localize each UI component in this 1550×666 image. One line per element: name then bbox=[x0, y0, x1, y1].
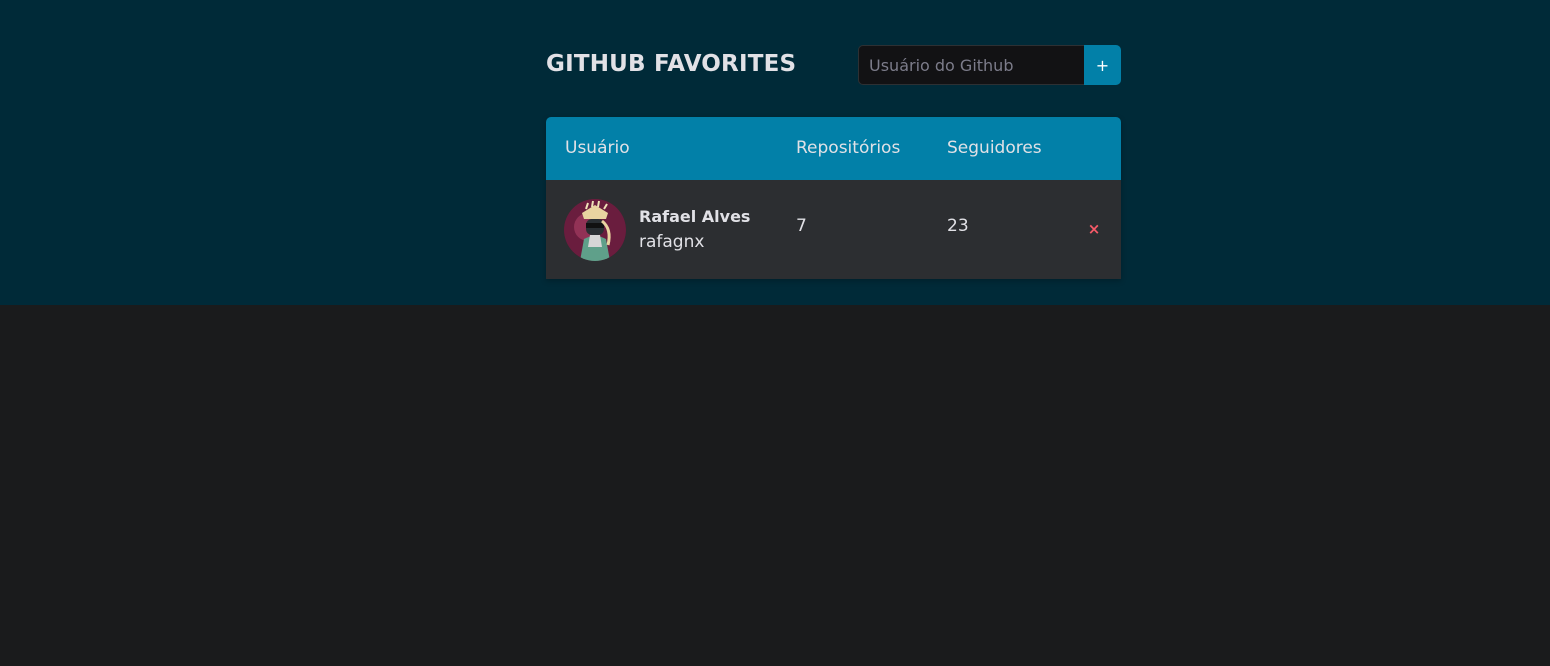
table-row: Rafael Alves rafagnx 7 23 × bbox=[546, 180, 1121, 279]
column-header-followers: Seguidores bbox=[947, 138, 1042, 158]
add-favorite-button[interactable]: + bbox=[1084, 45, 1121, 85]
avatar bbox=[564, 199, 626, 261]
user-name: Rafael Alves bbox=[639, 207, 751, 226]
favorites-table: Usuário Repositórios Seguidores Rafael A… bbox=[546, 117, 1121, 279]
column-header-repositories: Repositórios bbox=[796, 138, 901, 158]
column-header-user: Usuário bbox=[565, 138, 630, 158]
close-icon: × bbox=[1087, 220, 1101, 238]
user-login: rafagnx bbox=[639, 232, 705, 252]
repositories-count: 7 bbox=[796, 216, 807, 236]
table-header: Usuário Repositórios Seguidores bbox=[546, 117, 1121, 180]
followers-count: 23 bbox=[947, 216, 969, 236]
page-title: GITHUB FAVORITES bbox=[546, 51, 797, 77]
plus-icon: + bbox=[1095, 55, 1110, 75]
remove-button[interactable]: × bbox=[1084, 218, 1104, 240]
search-input[interactable] bbox=[858, 45, 1084, 85]
search-form: + bbox=[858, 45, 1121, 85]
avatar-image bbox=[564, 199, 626, 261]
